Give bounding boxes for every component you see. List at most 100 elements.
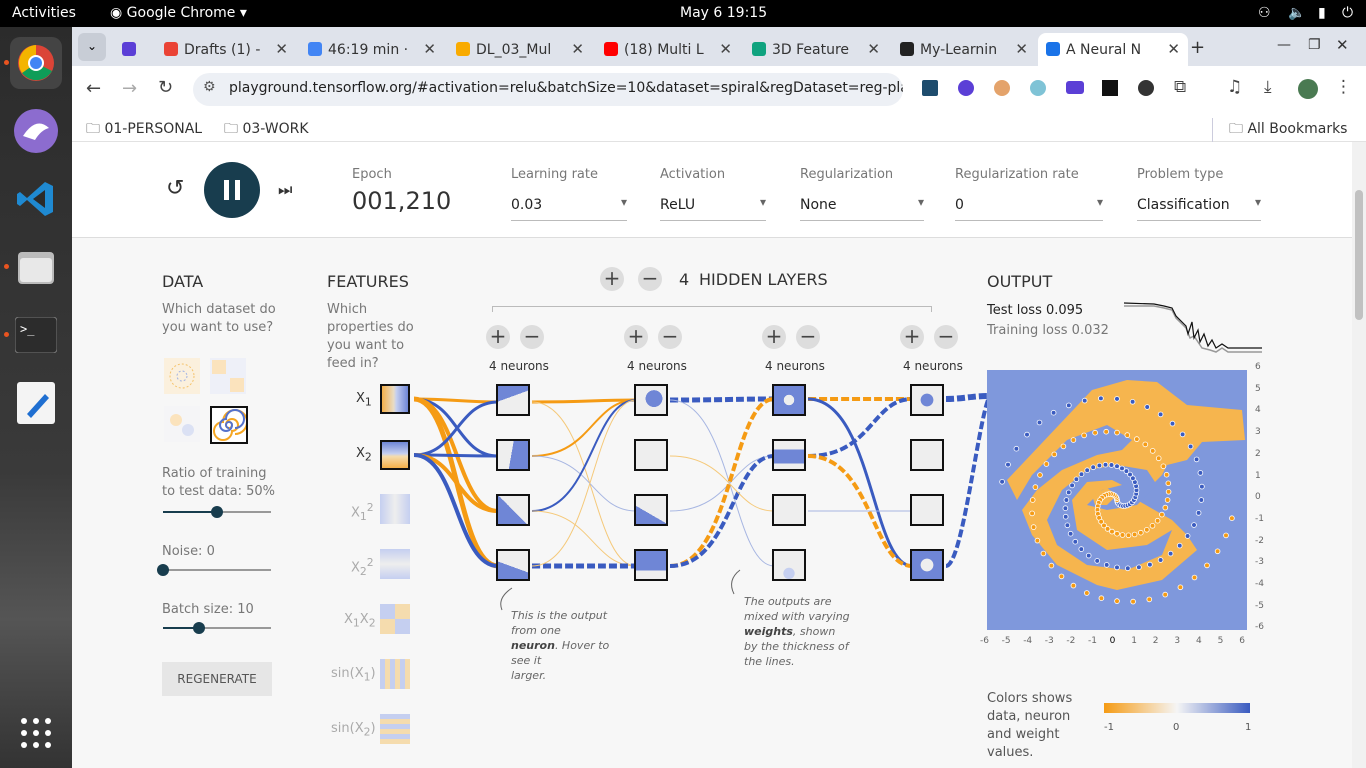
neuron[interactable]	[910, 439, 944, 471]
extension-icon-4[interactable]	[1030, 80, 1046, 96]
remove-neuron-button-l2[interactable]: −	[658, 325, 682, 349]
neuron[interactable]	[772, 384, 806, 416]
regularization-rate-select[interactable]: 0	[955, 195, 1103, 221]
close-icon[interactable]: ✕	[867, 40, 880, 58]
problem-type-select[interactable]: Classification	[1137, 195, 1261, 221]
add-neuron-button-l4[interactable]: +	[900, 325, 924, 349]
data-point	[1179, 431, 1186, 438]
eagle-browser-icon[interactable]	[10, 105, 62, 157]
vscode-icon[interactable]	[10, 173, 62, 225]
profile-avatar[interactable]	[1298, 79, 1318, 99]
extension-icon-1[interactable]	[922, 80, 938, 96]
neuron[interactable]	[772, 439, 806, 471]
neuron[interactable]	[496, 439, 530, 471]
close-icon[interactable]: ✕	[275, 40, 288, 58]
remove-neuron-button-l3[interactable]: −	[796, 325, 820, 349]
neuron[interactable]	[634, 439, 668, 471]
regularization-select[interactable]: None	[800, 195, 924, 221]
feature-x1[interactable]	[380, 384, 410, 414]
neuron[interactable]	[634, 494, 668, 526]
pause-button[interactable]	[204, 162, 260, 218]
tab-6[interactable]: My-Learnin ✕	[892, 33, 1036, 66]
feature-x2[interactable]	[380, 440, 410, 470]
extensions-puzzle-icon[interactable]: ⧉	[1174, 77, 1186, 97]
chrome-icon[interactable]	[10, 37, 62, 89]
tab-3[interactable]: DL_03_Mul ✕	[448, 33, 592, 66]
remove-neuron-button-l4[interactable]: −	[934, 325, 958, 349]
tab-active[interactable]: A Neural N ✕	[1038, 33, 1188, 66]
all-bookmarks[interactable]: 🗀 All Bookmarks	[1212, 118, 1347, 142]
close-icon[interactable]: ✕	[1167, 40, 1180, 58]
media-icon[interactable]: ♫	[1227, 77, 1242, 97]
tab-1[interactable]: Drafts (1) - ✕	[156, 33, 296, 66]
zip-extension-icon[interactable]	[1066, 81, 1084, 94]
address-bar[interactable]: ⚙ playground.tensorflow.org/#activation=…	[193, 73, 903, 106]
tab-5[interactable]: 3D Feature ✕	[744, 33, 888, 66]
app-menu[interactable]: ◉ Google Chrome ▾	[110, 5, 247, 21]
add-neuron-button-l2[interactable]: +	[624, 325, 648, 349]
neuron[interactable]	[634, 384, 668, 416]
minimize-button[interactable]: —	[1277, 37, 1291, 53]
data-point	[1060, 443, 1067, 450]
feature-sin-x1[interactable]	[380, 659, 410, 689]
output-heatmap[interactable]	[987, 370, 1247, 630]
neuron[interactable]	[772, 549, 806, 581]
forward-button[interactable]: →	[122, 78, 137, 99]
neuron[interactable]	[634, 549, 668, 581]
close-icon[interactable]: ✕	[719, 40, 732, 58]
bookmark-folder-work[interactable]: 🗀 03-WORK	[224, 118, 309, 142]
reload-button[interactable]: ↻	[158, 77, 173, 98]
volume-icon[interactable]: 🔈	[1288, 5, 1305, 21]
close-icon[interactable]: ✕	[423, 40, 436, 58]
activities-button[interactable]: Activities	[12, 5, 76, 21]
network-icon[interactable]: ⚇	[1258, 5, 1271, 21]
show-apps-icon[interactable]	[10, 707, 62, 759]
feature-x2-squared[interactable]	[380, 549, 410, 579]
tab-0[interactable]	[114, 33, 149, 66]
tab-2[interactable]: 46:19 min · ✕	[300, 33, 444, 66]
window-close-button[interactable]: ✕	[1336, 36, 1349, 54]
terminal-icon[interactable]: >_	[10, 309, 62, 361]
add-neuron-button-l3[interactable]: +	[762, 325, 786, 349]
site-info-icon[interactable]: ⚙	[203, 79, 216, 95]
maximize-button[interactable]: ❐	[1308, 37, 1321, 53]
menu-icon[interactable]: ⋮	[1335, 77, 1352, 97]
weight-line	[531, 455, 637, 512]
step-icon[interactable]: ⏭	[278, 180, 292, 200]
battery-icon[interactable]: ▮	[1318, 5, 1326, 21]
neuron[interactable]	[910, 494, 944, 526]
download-icon[interactable]: ⤓	[1264, 77, 1272, 97]
remove-layer-button[interactable]: −	[638, 267, 662, 291]
extension-icon-3[interactable]	[994, 80, 1010, 96]
neuron[interactable]	[772, 494, 806, 526]
feature-x1-squared[interactable]	[380, 494, 410, 524]
medium-extension-icon[interactable]	[1102, 80, 1118, 96]
feature-x1x2[interactable]	[380, 604, 410, 634]
add-layer-button[interactable]: +	[600, 267, 624, 291]
neuron[interactable]	[496, 384, 530, 416]
close-icon[interactable]: ✕	[1015, 40, 1028, 58]
neuron[interactable]	[910, 384, 944, 416]
add-neuron-button-l1[interactable]: +	[486, 325, 510, 349]
remove-neuron-button-l1[interactable]: −	[520, 325, 544, 349]
learning-rate-select[interactable]: 0.03	[511, 195, 627, 221]
tab-search-button[interactable]: ⌄	[78, 33, 106, 61]
neuron[interactable]	[496, 549, 530, 581]
tab-4[interactable]: (18) Multi L ✕	[596, 33, 740, 66]
back-button[interactable]: ←	[86, 78, 101, 99]
neuron[interactable]	[496, 494, 530, 526]
clock[interactable]: May 6 19:15	[680, 5, 767, 21]
extension-icon-2[interactable]	[958, 80, 974, 96]
neuron[interactable]	[910, 549, 944, 581]
bookmark-folder-personal[interactable]: 🗀 01-PERSONAL	[86, 118, 202, 142]
reset-icon[interactable]: ↺	[166, 176, 184, 201]
new-tab-button[interactable]: +	[1190, 37, 1205, 58]
activation-select[interactable]: ReLU	[660, 195, 766, 221]
text-editor-icon[interactable]	[10, 377, 62, 429]
extension-icon-7[interactable]	[1138, 80, 1154, 96]
files-icon[interactable]	[10, 241, 62, 293]
close-icon[interactable]: ✕	[571, 40, 584, 58]
power-icon[interactable]: ⏻	[1342, 5, 1353, 21]
feature-sin-x2[interactable]	[380, 714, 410, 744]
scrollbar-thumb[interactable]	[1355, 190, 1363, 320]
